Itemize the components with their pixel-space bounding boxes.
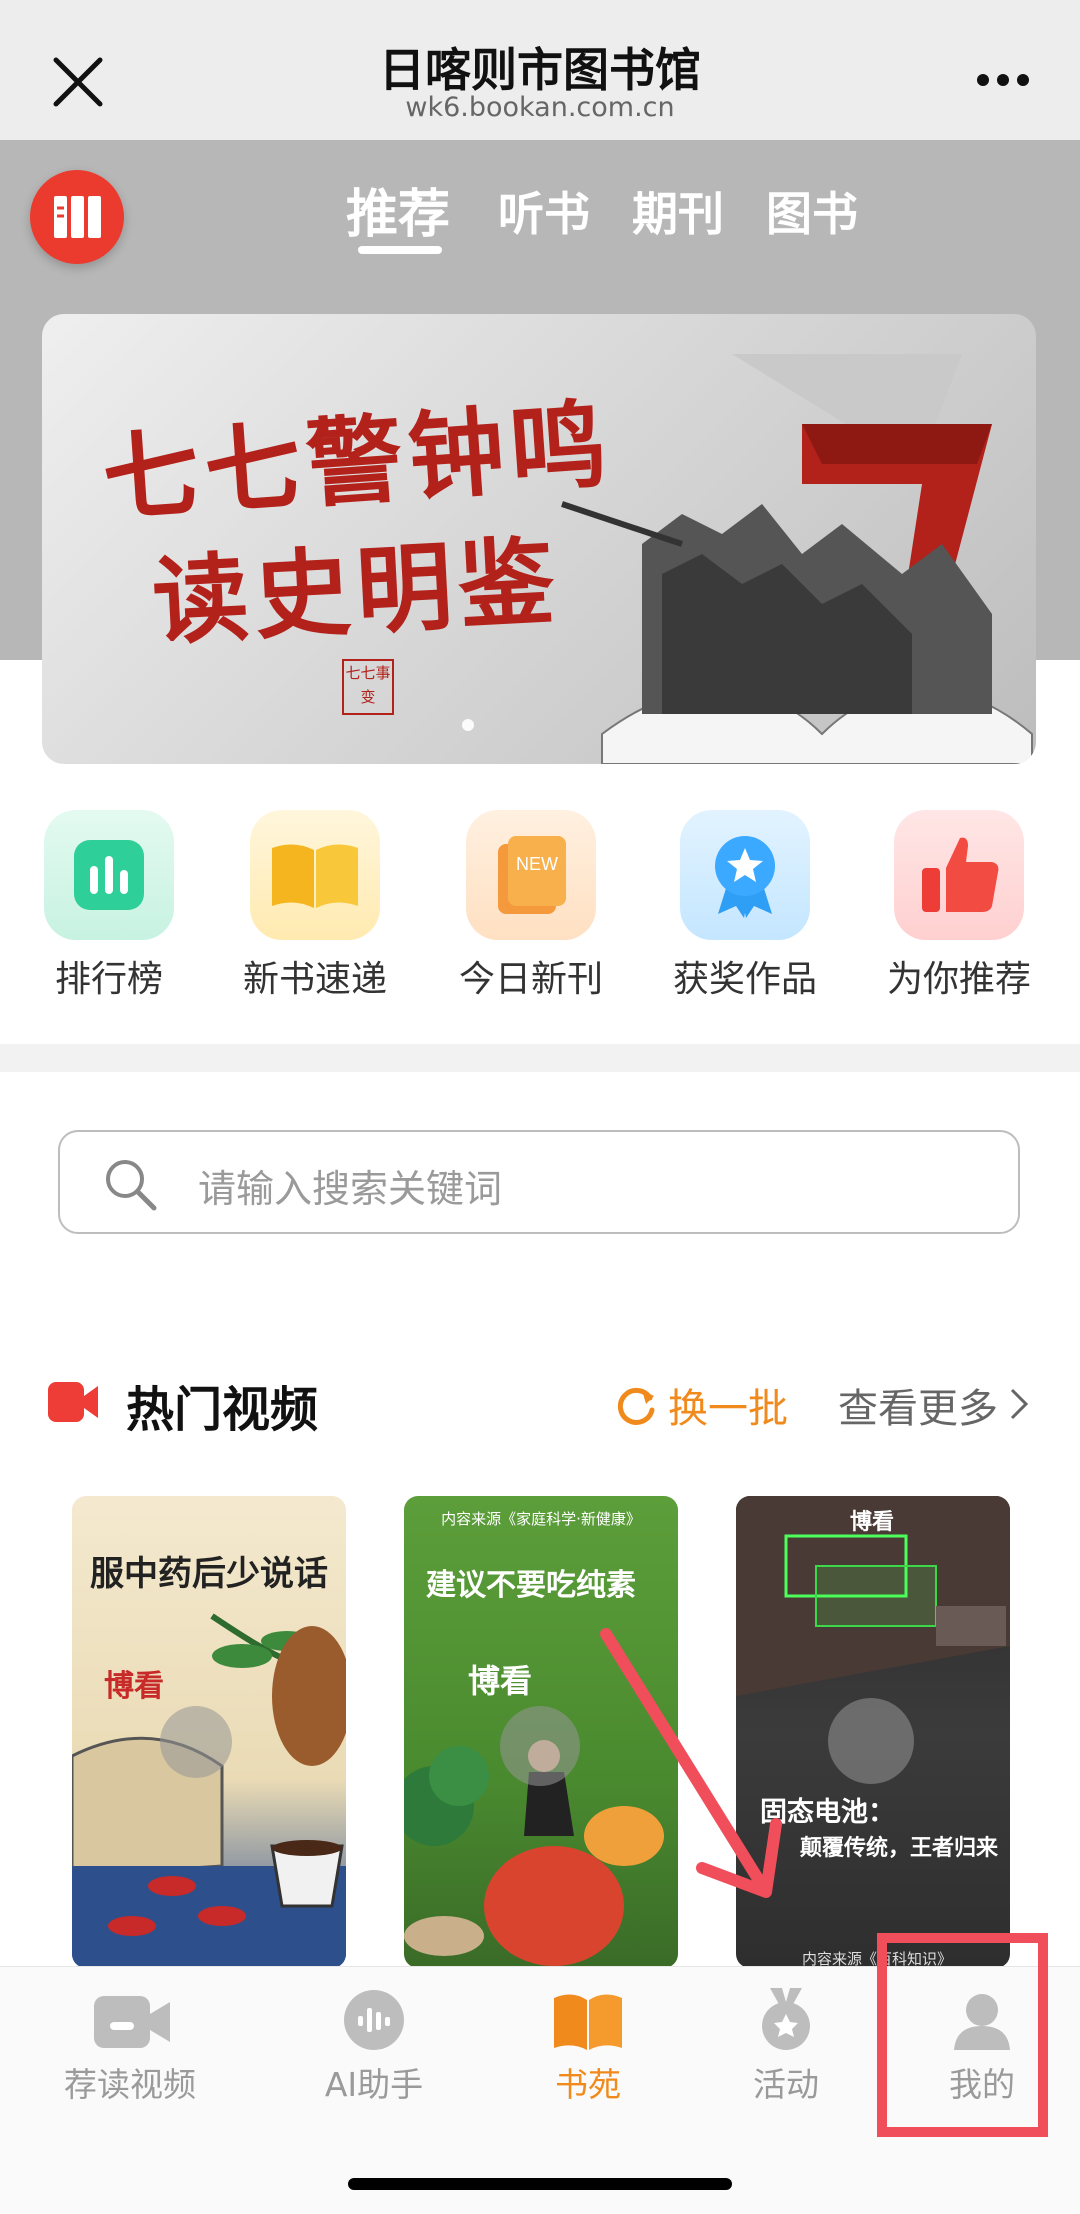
chart-icon — [74, 840, 144, 910]
tab-audiobooks[interactable]: 听书 — [498, 178, 590, 244]
tab-books[interactable]: 图书 — [766, 178, 858, 244]
play-icon[interactable] — [828, 1698, 914, 1784]
carousel-indicator — [462, 719, 474, 731]
open-book-icon — [272, 844, 358, 908]
video-thumbnail-art — [72, 1613, 346, 1968]
video-brand: 博看 — [104, 1669, 164, 1704]
quick-link-label: 排行榜 — [54, 959, 163, 1000]
quick-link-new-books[interactable] — [250, 810, 380, 940]
chevron-right-icon[interactable] — [1008, 1386, 1030, 1422]
new-badge: NEW — [516, 854, 558, 874]
section-divider — [0, 1044, 1080, 1072]
nav-item-library[interactable]: 书苑 — [478, 2058, 698, 2106]
nav-item-videos[interactable]: 荐读视频 — [20, 2058, 240, 2106]
video-title: 建议不要吃纯素 — [426, 1568, 636, 1603]
search-icon — [106, 1160, 157, 1211]
quick-link-new-magazines[interactable]: NEW — [466, 810, 596, 940]
quick-link-ranking[interactable] — [44, 810, 174, 940]
video-source: 内容来源《家庭科学·新健康》 — [441, 1510, 641, 1528]
annotation-highlight-box — [877, 1933, 1048, 2137]
nav-item-ai-assistant[interactable]: AI助手 — [264, 2058, 484, 2106]
video-title: 服中药后少说话 — [90, 1554, 328, 1594]
search-input[interactable]: 请输入搜索关键词 — [198, 1158, 502, 1213]
video-card[interactable]: 服中药后少说话 博看 — [72, 1496, 346, 1968]
video-camera-icon[interactable] — [92, 1990, 172, 2054]
video-subtitle: 颠覆传统，王者归来 — [800, 1835, 999, 1861]
books-logo-icon — [54, 196, 101, 238]
quick-link-label: 今日新刊 — [458, 959, 603, 1000]
quick-link-label: 新书速递 — [242, 959, 387, 1000]
nav-item-activities[interactable]: 活动 — [676, 2058, 896, 2106]
voice-wave-icon[interactable] — [342, 1988, 406, 2052]
new-magazine-icon: NEW — [498, 836, 566, 914]
tab-recommend[interactable]: 推荐 — [346, 172, 450, 247]
refresh-icon[interactable] — [612, 1382, 658, 1428]
app-logo — [30, 170, 124, 264]
video-brand: 博看 — [850, 1509, 895, 1535]
banner-seal: 七七事变 — [342, 659, 394, 715]
refresh-button[interactable]: 换一批 — [668, 1376, 788, 1434]
active-tab-indicator — [358, 246, 442, 254]
quick-link-label: 为你推荐 — [886, 959, 1031, 1000]
more-options-icon[interactable] — [975, 72, 1031, 88]
quick-link-label: 获奖作品 — [672, 959, 817, 1000]
home-indicator — [348, 2178, 732, 2190]
play-icon[interactable] — [160, 1706, 232, 1778]
section-title: 热门视频 — [126, 1382, 319, 1438]
tab-magazines[interactable]: 期刊 — [632, 178, 724, 244]
view-more-link[interactable]: 查看更多 — [838, 1376, 998, 1434]
page-url: wk6.bookan.com.cn — [405, 92, 675, 123]
play-icon[interactable] — [500, 1706, 580, 1786]
banner-headline-2: 读史明鉴 — [149, 524, 564, 659]
medal-icon[interactable] — [756, 1986, 816, 2052]
open-book-icon[interactable] — [550, 1986, 626, 2054]
quick-link-for-you[interactable] — [894, 810, 1024, 940]
video-camera-icon — [48, 1382, 98, 1422]
quick-link-awards[interactable] — [680, 810, 810, 940]
award-ribbon-icon — [715, 836, 775, 918]
promo-banner[interactable]: 七七警钟鸣 读史明鉴 七七事变 — [42, 314, 1036, 764]
search-box[interactable]: 请输入搜索关键词 — [58, 1130, 1020, 1234]
annotation-arrow — [600, 1628, 782, 1898]
page-title: 日喀则市图书馆 — [379, 43, 701, 97]
thumbs-up-icon — [922, 837, 999, 912]
